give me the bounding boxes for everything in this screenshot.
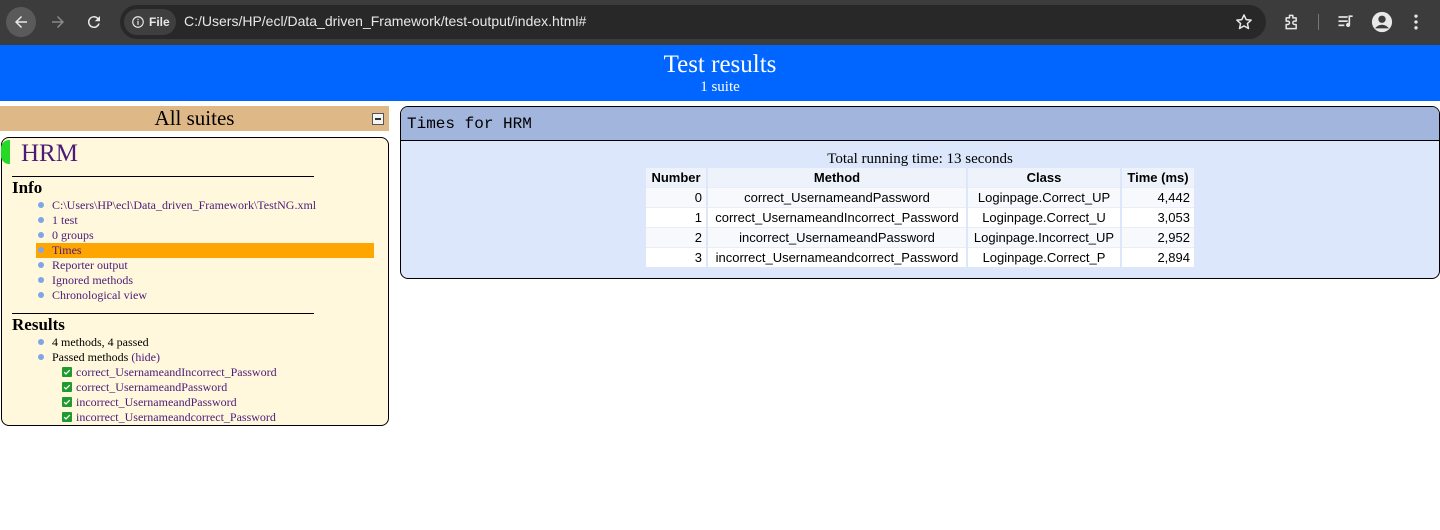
toolbar-divider — [1318, 14, 1319, 30]
results-heading: Results — [12, 315, 65, 334]
cell-number: 3 — [646, 246, 708, 267]
column-header-class: Class — [967, 168, 1122, 187]
column-header-number: Number — [646, 168, 708, 187]
total-running-time: Total running time: 13 seconds — [827, 151, 1013, 167]
site-info-chip[interactable]: File — [124, 9, 176, 35]
times-table: Number Method Class Time (ms) 0 correct_… — [646, 168, 1194, 267]
all-suites-header: All suites — [0, 106, 389, 131]
profile-button[interactable] — [1371, 11, 1393, 33]
info-heading: Info — [12, 178, 43, 197]
bullet-icon — [38, 217, 44, 223]
all-suites-title: All suites — [154, 106, 235, 130]
checkmark-icon — [62, 382, 72, 392]
passed-method-item[interactable]: incorrect_Usernameandcorrect_Password — [62, 410, 277, 425]
info-list: C:\Users\HP\ecl\Data_driven_Framework\Te… — [36, 198, 374, 303]
reload-icon — [87, 16, 100, 29]
extensions-button[interactable] — [1281, 11, 1303, 33]
bullet-icon — [38, 232, 44, 238]
cell-method: correct_UsernameandPassword — [707, 186, 968, 207]
bullet-icon — [38, 247, 44, 253]
cell-method: incorrect_Usernameandcorrect_Password — [707, 246, 968, 267]
browser-toolbar: File C:/Users/HP/ecl/Data_driven_Framewo… — [0, 0, 1440, 45]
media-button[interactable] — [1335, 11, 1357, 33]
info-item-times[interactable]: Times — [36, 243, 374, 258]
page-title: Test results — [663, 51, 777, 78]
suite-status-marker — [1, 140, 10, 164]
checkmark-icon — [62, 397, 72, 407]
info-item-ignored-methods[interactable]: Ignored methods — [36, 273, 374, 288]
menu-icon — [1414, 14, 1418, 30]
info-item-groups[interactable]: 0 groups — [36, 228, 374, 243]
suite-panel: HRM Info C:\Users\HP\ecl\Data_driven_Fra… — [1, 137, 389, 426]
cell-time: 3,053 — [1121, 206, 1194, 227]
cell-number: 1 — [646, 206, 708, 227]
bullet-icon — [38, 354, 44, 360]
passed-method-item[interactable]: correct_UsernameandPassword — [62, 380, 277, 395]
bullet-icon — [38, 262, 44, 268]
cell-method: correct_UsernameandIncorrect_Password — [707, 206, 968, 227]
back-button[interactable] — [6, 7, 36, 37]
collapse-icon[interactable] — [372, 113, 384, 125]
star-icon[interactable] — [1234, 12, 1254, 32]
cell-class: Loginpage.Correct_U — [967, 206, 1122, 227]
bullet-icon — [38, 202, 44, 208]
cell-time: 2,894 — [1121, 246, 1194, 267]
file-label: File — [149, 15, 170, 29]
column-header-method: Method — [707, 168, 968, 187]
results-divider — [12, 313, 314, 314]
hide-link[interactable]: (hide) — [131, 350, 160, 364]
suite-count: 1 suite — [700, 79, 740, 95]
results-banner: Test results 1 suite — [0, 45, 1440, 101]
passed-method-item[interactable]: incorrect_UsernameandPassword — [62, 395, 277, 410]
table-row: 3 incorrect_Usernameandcorrect_Password … — [646, 246, 1194, 267]
cell-number: 2 — [646, 226, 708, 247]
menu-button[interactable] — [1405, 11, 1427, 33]
passed-methods-list: correct_UsernameandIncorrect_Password co… — [62, 365, 277, 425]
profile-icon — [1371, 11, 1393, 33]
results-summary: 4 methods, 4 passed — [36, 335, 160, 350]
bullet-icon — [38, 339, 44, 345]
passed-methods-item: Passed methods (hide) — [36, 350, 160, 365]
passed-method-item[interactable]: correct_UsernameandIncorrect_Password — [62, 365, 277, 380]
forward-arrow-icon — [52, 16, 64, 28]
forward-button[interactable] — [43, 7, 73, 37]
info-divider — [12, 176, 314, 177]
info-item-chronological-view[interactable]: Chronological view — [36, 288, 374, 303]
table-row: 1 correct_UsernameandIncorrect_Password … — [646, 206, 1194, 227]
table-header-row: Number Method Class Time (ms) — [646, 168, 1194, 187]
checkmark-icon — [62, 367, 72, 377]
info-item-tests[interactable]: 1 test — [36, 213, 374, 228]
results-list: 4 methods, 4 passed Passed methods (hide… — [36, 335, 160, 365]
reload-button[interactable] — [79, 7, 109, 37]
media-icon — [1338, 15, 1353, 28]
cell-class: Loginpage.Correct_P — [967, 246, 1122, 267]
address-bar[interactable]: File C:/Users/HP/ecl/Data_driven_Framewo… — [120, 5, 1266, 39]
back-arrow-icon — [15, 16, 27, 28]
cell-method: incorrect_UsernameandPassword — [707, 226, 968, 247]
column-header-time: Time (ms) — [1121, 168, 1194, 187]
cell-time: 4,442 — [1121, 186, 1194, 207]
info-icon — [132, 16, 144, 28]
times-panel: Times for HRM Total running time: 13 sec… — [400, 106, 1440, 279]
info-item-testng-xml[interactable]: C:\Users\HP\ecl\Data_driven_Framework\Te… — [36, 198, 374, 213]
bullet-icon — [38, 292, 44, 298]
cell-class: Loginpage.Incorrect_UP — [967, 226, 1122, 247]
cell-number: 0 — [646, 186, 708, 207]
table-row: 2 incorrect_UsernameandPassword Loginpag… — [646, 226, 1194, 247]
extensions-icon — [1285, 14, 1297, 30]
url-text[interactable]: C:/Users/HP/ecl/Data_driven_Framework/te… — [184, 13, 586, 29]
cell-class: Loginpage.Correct_UP — [967, 186, 1122, 207]
table-row: 0 correct_UsernameandPassword Loginpage.… — [646, 186, 1194, 207]
bullet-icon — [38, 277, 44, 283]
times-panel-title: Times for HRM — [401, 107, 1439, 141]
checkmark-icon — [62, 412, 72, 422]
suite-name[interactable]: HRM — [21, 140, 78, 168]
cell-time: 2,952 — [1121, 226, 1194, 247]
info-item-reporter-output[interactable]: Reporter output — [36, 258, 374, 273]
